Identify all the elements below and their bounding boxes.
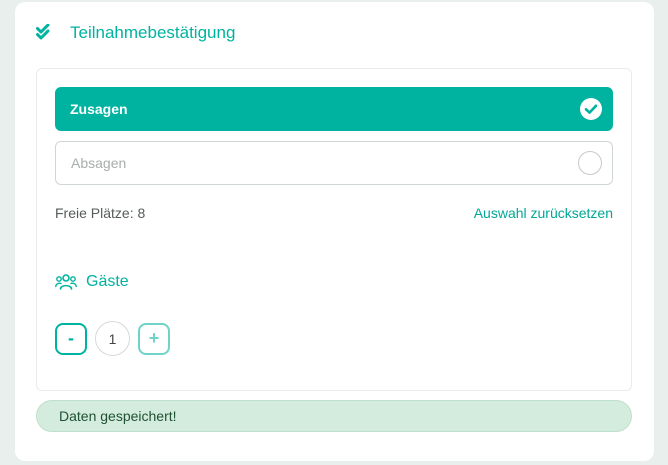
reset-selection-link[interactable]: Auswahl zurücksetzen	[474, 205, 613, 221]
guest-count-value: 1	[95, 321, 130, 356]
card-title: Teilnahmebestätigung	[70, 23, 236, 42]
increment-button[interactable]: +	[138, 322, 170, 355]
check-circle-icon	[580, 98, 602, 120]
card-header: Teilnahmebestätigung	[36, 20, 235, 46]
guests-title: Gäste	[86, 273, 129, 290]
guests-heading: Gäste	[55, 273, 129, 291]
free-places-text: Freie Plätze: 8	[55, 205, 146, 221]
decline-label: Absagen	[71, 155, 127, 171]
save-status-banner: Daten gespeichert!	[36, 400, 632, 432]
decline-option[interactable]: Absagen	[55, 141, 613, 185]
guest-count-stepper: - 1 +	[55, 321, 170, 356]
empty-circle-icon	[578, 151, 602, 175]
double-check-icon	[36, 24, 50, 40]
rsvp-panel: Zusagen Absagen Freie Plätze: 8 Auswahl …	[36, 68, 632, 391]
accept-label: Zusagen	[70, 101, 128, 117]
save-status-text: Daten gespeichert!	[59, 408, 177, 424]
users-icon	[55, 274, 77, 290]
decrement-button[interactable]: -	[55, 322, 87, 355]
accept-option[interactable]: Zusagen	[55, 87, 613, 131]
